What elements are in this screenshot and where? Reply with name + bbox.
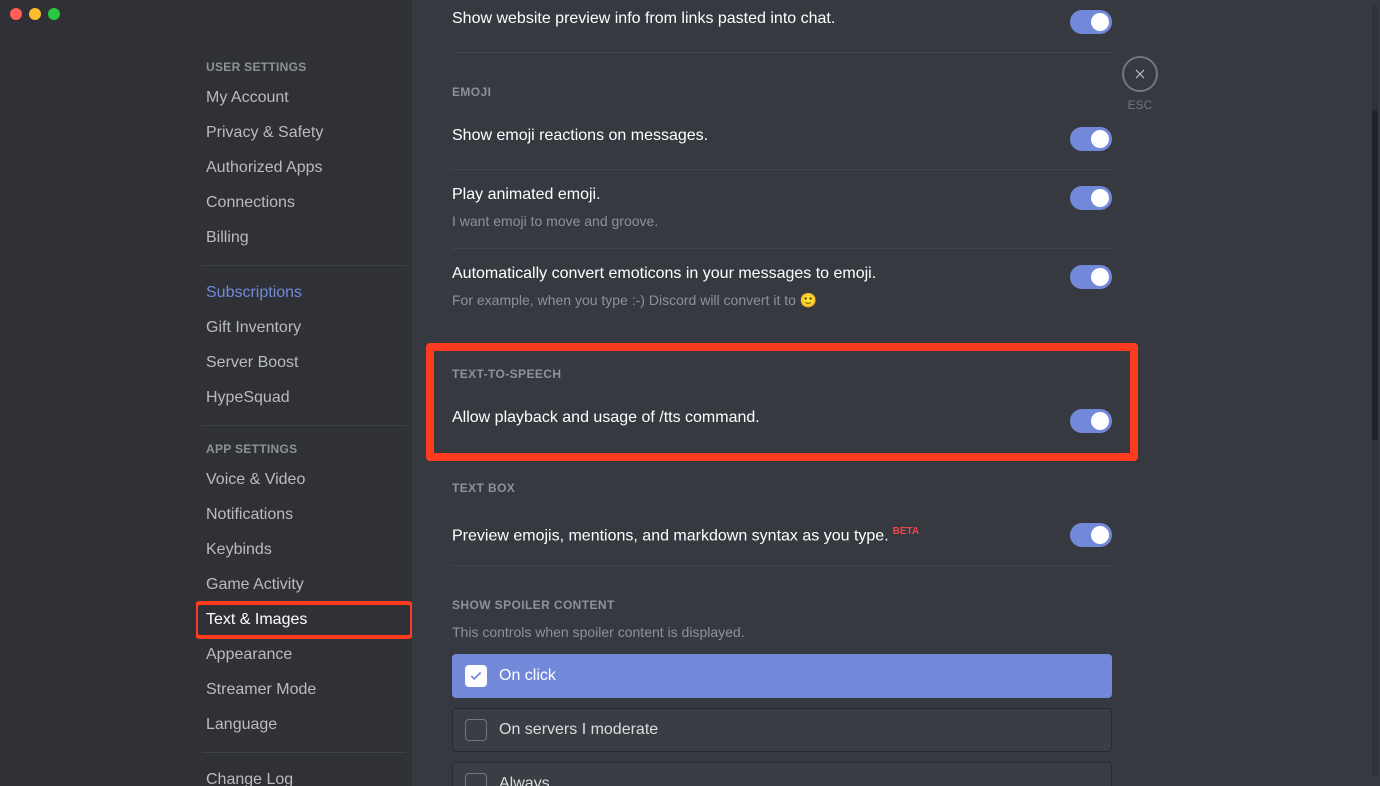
spoiler-desc: This controls when spoiler content is di… xyxy=(452,624,1112,640)
sidebar-item-authorized-apps[interactable]: Authorized Apps xyxy=(196,151,412,185)
spoiler-option-on-click[interactable]: On click xyxy=(452,654,1112,698)
setting-emoji-reactions: Show emoji reactions on messages. xyxy=(452,111,1112,170)
sidebar-item-voice-video[interactable]: Voice & Video xyxy=(196,463,412,497)
section-header-textbox: TEXT BOX xyxy=(452,481,1112,495)
sidebar-item-notifications[interactable]: Notifications xyxy=(196,498,412,532)
radio-label: On click xyxy=(499,667,556,685)
toggle-preview-markdown[interactable] xyxy=(1070,523,1112,547)
sidebar-item-language[interactable]: Language xyxy=(196,708,412,742)
sidebar-item-gift-inventory[interactable]: Gift Inventory xyxy=(196,311,412,345)
beta-badge: BETA xyxy=(893,526,919,537)
setting-title: Automatically convert emoticons in your … xyxy=(452,263,1046,285)
sidebar-item-change-log[interactable]: Change Log xyxy=(196,763,412,786)
sidebar-item-privacy[interactable]: Privacy & Safety xyxy=(196,116,412,150)
sidebar-item-text-images[interactable]: Text & Images xyxy=(196,603,412,637)
toggle-link-preview[interactable] xyxy=(1070,10,1112,34)
window-zoom-dot[interactable] xyxy=(48,8,60,20)
setting-desc: I want emoji to move and groove. xyxy=(452,212,1046,230)
setting-preview-markdown: Preview emojis, mentions, and markdown s… xyxy=(452,507,1112,566)
sidebar-divider xyxy=(202,265,406,266)
sidebar-item-appearance[interactable]: Appearance xyxy=(196,638,412,672)
toggle-tts[interactable] xyxy=(1070,409,1112,433)
setting-desc: For example, when you type :-) Discord w… xyxy=(452,291,1046,309)
highlight-tts-section: TEXT-TO-SPEECH Allow playback and usage … xyxy=(426,343,1138,461)
settings-content: Show website preview info from links pas… xyxy=(412,0,1152,786)
window-minimize-dot[interactable] xyxy=(29,8,41,20)
setting-title: Preview emojis, mentions, and markdown s… xyxy=(452,521,1046,547)
section-header-spoiler: SHOW SPOILER CONTENT xyxy=(452,598,1112,612)
checkbox-icon xyxy=(465,773,487,786)
sidebar-item-keybinds[interactable]: Keybinds xyxy=(196,533,412,567)
close-button[interactable] xyxy=(1122,56,1158,92)
setting-auto-convert: Automatically convert emoticons in your … xyxy=(452,249,1112,317)
setting-link-preview: Show website preview info from links pas… xyxy=(452,0,1112,53)
sidebar-item-game-activity[interactable]: Game Activity xyxy=(196,568,412,602)
section-header-tts: TEXT-TO-SPEECH xyxy=(452,367,1112,381)
sidebar-item-subscriptions[interactable]: Subscriptions xyxy=(196,276,412,310)
sidebar-item-connections[interactable]: Connections xyxy=(196,186,412,220)
radio-label: On servers I moderate xyxy=(499,721,658,739)
sidebar-item-streamer-mode[interactable]: Streamer Mode xyxy=(196,673,412,707)
esc-label: ESC xyxy=(1122,98,1158,112)
setting-tts: Allow playback and usage of /tts command… xyxy=(452,393,1112,437)
settings-sidebar: USER SETTINGS My Account Privacy & Safet… xyxy=(196,0,412,786)
left-gutter xyxy=(0,0,196,786)
setting-title: Play animated emoji. xyxy=(452,184,1046,206)
sidebar-header-app: APP SETTINGS xyxy=(196,436,412,462)
close-icon xyxy=(1133,67,1147,81)
toggle-animated-emoji[interactable] xyxy=(1070,186,1112,210)
checkbox-icon xyxy=(465,665,487,687)
sidebar-divider xyxy=(202,752,406,753)
scrollbar-thumb[interactable] xyxy=(1372,110,1378,440)
toggle-emoji-reactions[interactable] xyxy=(1070,127,1112,151)
checkbox-icon xyxy=(465,719,487,741)
sidebar-item-billing[interactable]: Billing xyxy=(196,221,412,255)
sidebar-item-hypesquad[interactable]: HypeSquad xyxy=(196,381,412,415)
spoiler-option-moderate[interactable]: On servers I moderate xyxy=(452,708,1112,752)
setting-title: Allow playback and usage of /tts command… xyxy=(452,407,1046,429)
sidebar-header-user: USER SETTINGS xyxy=(196,54,412,80)
sidebar-divider xyxy=(202,425,406,426)
window-close-dot[interactable] xyxy=(10,8,22,20)
setting-title-text: Preview emojis, mentions, and markdown s… xyxy=(452,527,889,544)
section-header-emoji: EMOJI xyxy=(452,85,1112,99)
sidebar-item-server-boost[interactable]: Server Boost xyxy=(196,346,412,380)
sidebar-item-my-account[interactable]: My Account xyxy=(196,81,412,115)
toggle-auto-convert[interactable] xyxy=(1070,265,1112,289)
spoiler-option-always[interactable]: Always xyxy=(452,762,1112,786)
close-column: ESC xyxy=(1122,56,1158,112)
setting-animated-emoji: Play animated emoji. I want emoji to mov… xyxy=(452,170,1112,249)
radio-label: Always xyxy=(499,775,550,786)
setting-title: Show website preview info from links pas… xyxy=(452,8,1046,30)
window-traffic-lights xyxy=(10,8,60,20)
setting-title: Show emoji reactions on messages. xyxy=(452,125,1046,147)
